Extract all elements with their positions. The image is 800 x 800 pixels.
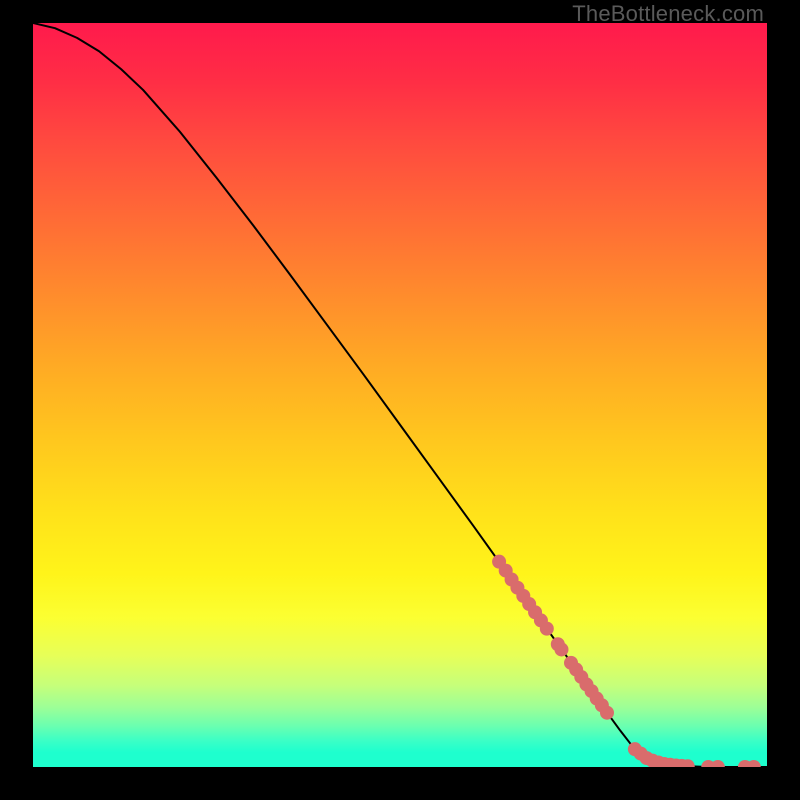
- data-marker: [540, 622, 554, 636]
- chart-svg: [33, 23, 767, 767]
- data-marker: [711, 760, 725, 767]
- data-marker: [747, 760, 761, 767]
- data-marker: [600, 706, 614, 720]
- curve-line: [33, 23, 767, 767]
- data-marker: [554, 642, 568, 656]
- watermark-text: TheBottleneck.com: [572, 1, 764, 27]
- chart-plot-area: [33, 23, 767, 767]
